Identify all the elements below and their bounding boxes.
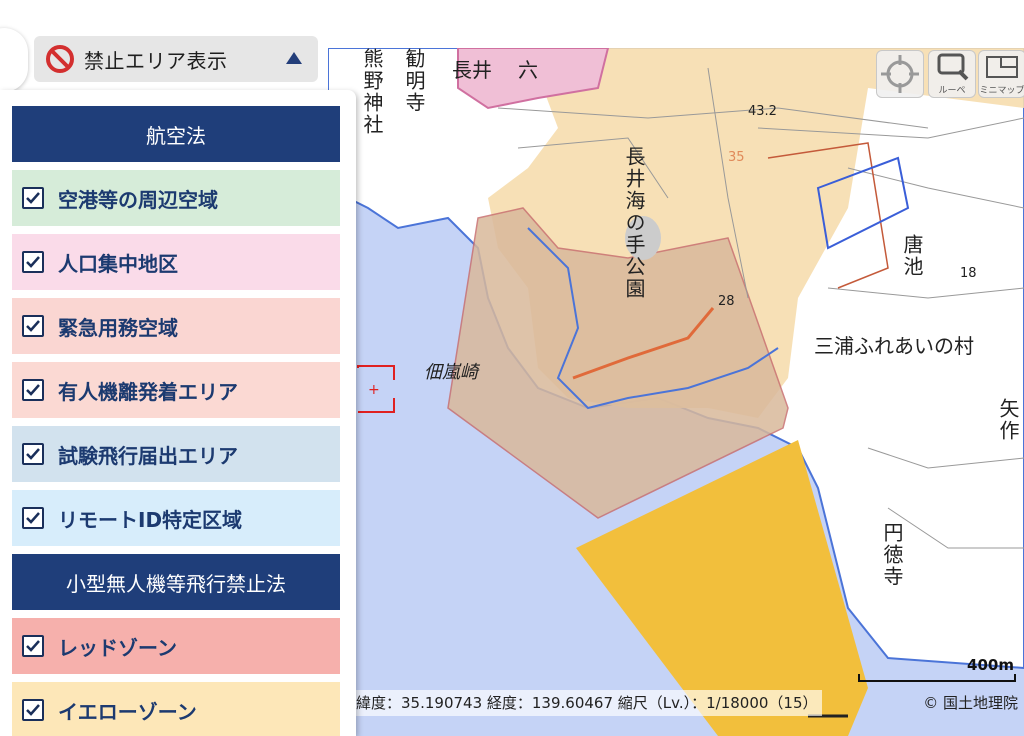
minimap-button[interactable]: ミニマップ	[978, 50, 1024, 98]
layer-label: 人口集中地区	[58, 251, 178, 276]
layer-label: 有人機離発着エリア	[58, 379, 238, 404]
check-icon	[26, 384, 40, 396]
label-kanmyo: 勧明寺	[402, 48, 426, 114]
scale-label: 400m	[967, 656, 1014, 674]
layer-label: 空港等の周辺空域	[58, 187, 218, 212]
label-kumano: 熊野神社	[360, 48, 384, 136]
scale-bar: 400m	[858, 656, 1016, 684]
layer-airport-airspace[interactable]: 空港等の周辺空域	[12, 170, 340, 226]
layer-remote-id-area[interactable]: リモートID特定区域	[12, 490, 340, 546]
attribution: © 国土地理院	[923, 694, 1018, 712]
check-icon	[26, 256, 40, 268]
layer-test-flight-area[interactable]: 試験飛行届出エリア	[12, 426, 340, 482]
minimap-icon	[986, 56, 1018, 78]
check-icon	[26, 192, 40, 204]
label-nagai: 長井	[452, 58, 492, 82]
checkbox[interactable]	[22, 443, 44, 465]
layer-did[interactable]: 人口集中地区	[12, 234, 340, 290]
layer-label: 試験飛行届出エリア	[58, 443, 238, 468]
caret-up-icon	[286, 52, 302, 64]
checkbox[interactable]	[22, 507, 44, 529]
check-icon	[26, 320, 40, 332]
layer-label: 緊急用務空域	[58, 315, 178, 340]
check-icon	[26, 704, 40, 716]
label-entoku: 円徳寺	[880, 522, 904, 588]
loupe-button[interactable]: ルーペ	[928, 50, 976, 98]
checkbox[interactable]	[22, 187, 44, 209]
label-roku: 六	[518, 58, 538, 82]
layer-label: リモートID特定区域	[58, 507, 243, 532]
gps-button[interactable]	[876, 50, 924, 98]
label-elev3: 28	[718, 294, 735, 309]
layer-panel: 航空法 空港等の周辺空域 人口集中地区 緊急用務空域 有人機離発着エリア 試験飛…	[0, 90, 356, 736]
section-header-aviation: 航空法	[12, 106, 340, 162]
layer-red-zone[interactable]: レッドゾーン	[12, 618, 340, 674]
label-elev4: 18	[960, 266, 977, 281]
layer-emergency-airspace[interactable]: 緊急用務空域	[12, 298, 340, 354]
label-elev1: 43.2	[748, 104, 777, 119]
label-fureai: 三浦ふれあいの村	[814, 334, 974, 358]
checkbox[interactable]	[22, 635, 44, 657]
ban-icon	[46, 45, 74, 73]
map-canvas[interactable]: +	[328, 48, 1024, 736]
toggle-label: 禁止エリア表示	[84, 48, 228, 73]
minimap-label: ミニマップ	[979, 86, 1024, 96]
checkbox[interactable]	[22, 315, 44, 337]
label-karaike: 唐池	[900, 234, 924, 278]
layer-yellow-zone[interactable]: イエローゾーン	[12, 682, 340, 736]
map-view[interactable]: + 長井 六 熊野神社 勧明寺 長井海の手公園 佃嵐崎 三浦ふれあいの村 唐池 …	[328, 48, 1024, 736]
checkbox[interactable]	[22, 379, 44, 401]
layer-label: イエローゾーン	[58, 699, 197, 724]
check-icon	[26, 448, 40, 460]
loupe-label: ルーペ	[938, 86, 966, 96]
crosshair-icon	[881, 55, 919, 93]
restricted-area-toggle[interactable]: 禁止エリア表示	[34, 36, 318, 82]
section-header-drone-law: 小型無人機等飛行禁止法	[12, 554, 340, 610]
label-elev2: 35	[728, 150, 745, 165]
label-tsukudo: 佃嵐崎	[424, 362, 478, 383]
checkbox[interactable]	[22, 699, 44, 721]
label-ya: 矢作	[996, 398, 1020, 442]
layer-label: レッドゾーン	[58, 635, 177, 660]
layer-manned-aircraft-area[interactable]: 有人機離発着エリア	[12, 362, 340, 418]
coordinate-readout: 緯度：35.190743 経度：139.60467 縮尺（Lv.）：1/1800…	[352, 690, 822, 716]
app-root: + 長井 六 熊野神社 勧明寺 長井海の手公園 佃嵐崎 三浦ふれあいの村 唐池 …	[0, 0, 1024, 736]
checkbox[interactable]	[22, 251, 44, 273]
loupe-icon	[937, 53, 969, 81]
check-icon	[26, 640, 40, 652]
side-tab[interactable]	[0, 28, 28, 92]
target-plus: +	[368, 382, 380, 398]
label-park: 長井海の手公園	[622, 146, 646, 300]
scale-line	[858, 674, 1016, 682]
check-icon	[26, 512, 40, 524]
